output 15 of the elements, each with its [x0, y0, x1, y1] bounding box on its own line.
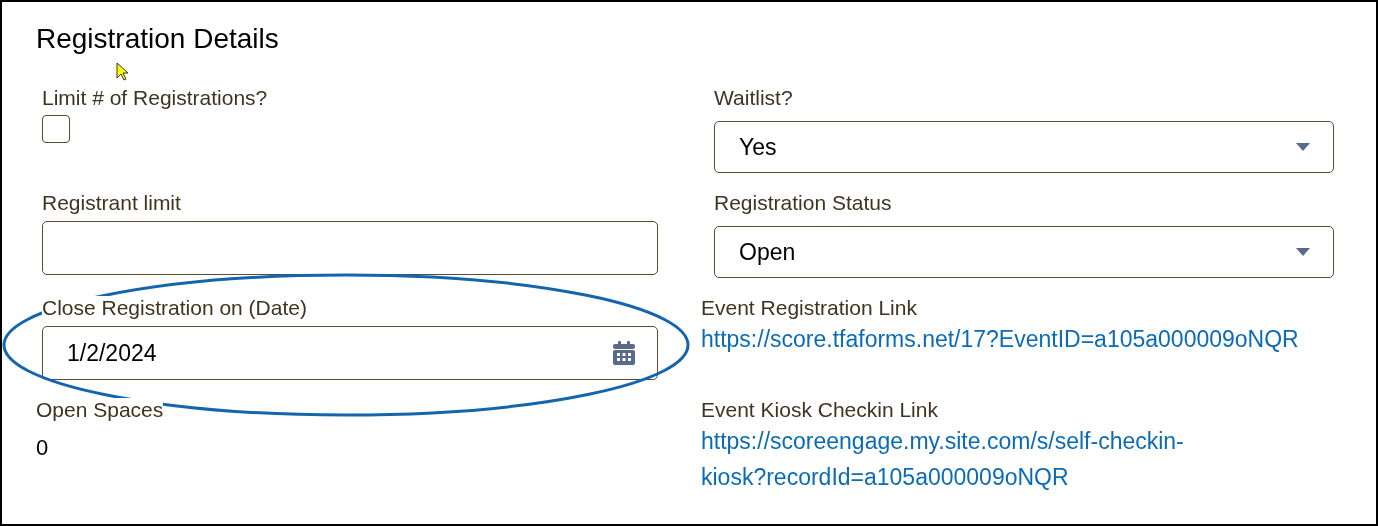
section-title: Registration Details	[36, 24, 280, 54]
field-label: Open Spaces	[36, 398, 164, 421]
dropdown[interactable]: Yes	[714, 121, 1334, 173]
input-field[interactable]	[42, 221, 658, 275]
checkbox[interactable]	[42, 115, 70, 143]
dropdown[interactable]: Open	[714, 226, 1334, 278]
url-link[interactable]: https://score.tfaforms.net/17?EventID=a105a000009oNQR	[701, 321, 1301, 357]
cursor-icon	[116, 62, 130, 82]
dropdown-caret-icon	[1295, 247, 1311, 257]
field-label: Close Registration on (Date)	[42, 296, 307, 319]
calendar-icon[interactable]	[613, 341, 635, 365]
field-value: 0	[36, 434, 50, 462]
url-link[interactable]: https://scoreengage.my.site.com/s/self-checkin-kiosk?recordId=a105a000009oNQR	[701, 423, 1301, 495]
date-field[interactable]: 1/2/2024	[42, 326, 658, 380]
dropdown-caret-icon	[1295, 142, 1311, 152]
